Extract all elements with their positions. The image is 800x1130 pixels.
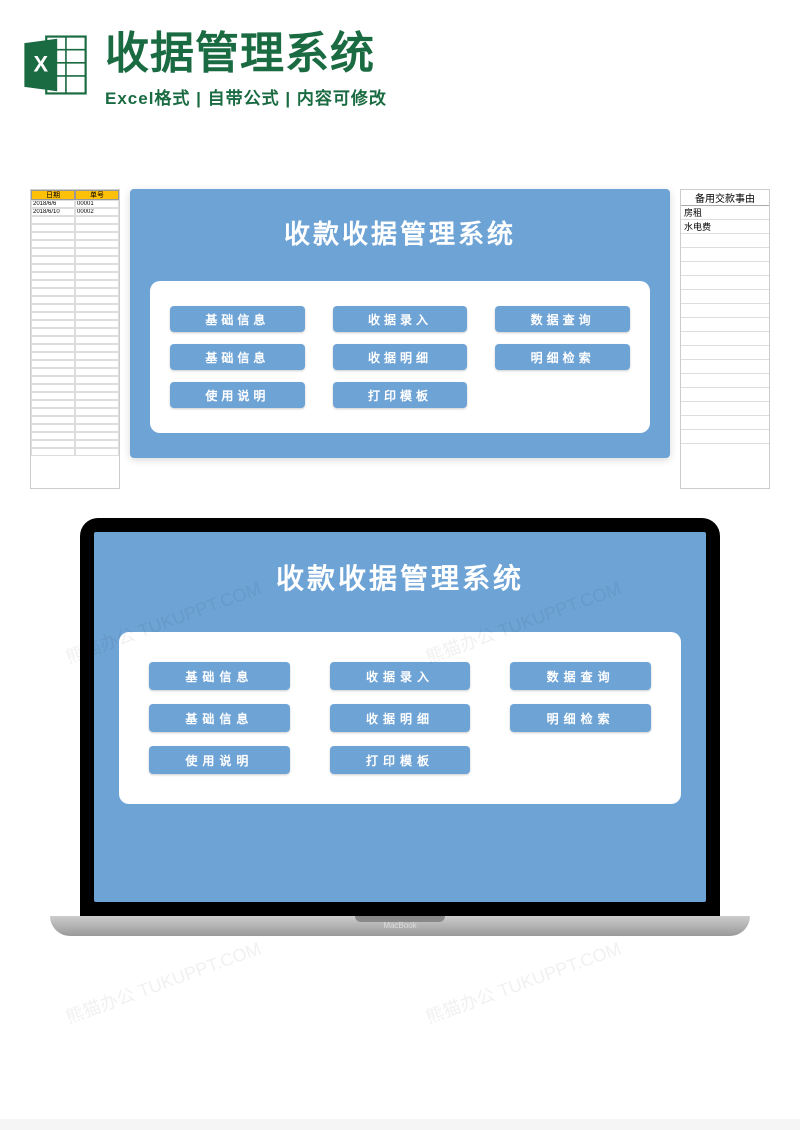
bg-sheet-right: 备用交款事由 房租 水电费 (680, 189, 770, 489)
btn-detail-search[interactable]: 明细检索 (495, 344, 630, 370)
promo-title: 收据管理系统 (105, 30, 780, 78)
laptop-btn-data-query[interactable]: 数据查询 (510, 662, 651, 690)
laptop-brand: MacBook (383, 921, 416, 930)
laptop-btn-receipt-detail[interactable]: 收据明细 (330, 704, 471, 732)
laptop-button-card: 基础信息 收据录入 数据查询 基础信息 收据明细 明细检索 使用说明 打印模板 (119, 632, 681, 804)
watermark: 熊猫办公 TUKUPPT.COM (62, 935, 264, 1030)
laptop-base: MacBook (50, 916, 750, 936)
watermark: 熊猫办公 TUKUPPT.COM (422, 935, 624, 1030)
excel-icon: X (20, 30, 90, 100)
bg-left-header-no: 单号 (75, 190, 119, 200)
laptop-btn-basic-info-2[interactable]: 基础信息 (149, 704, 290, 732)
promo-header: X 收据管理系统 Excel格式 | 自带公式 | 内容可修改 (0, 0, 800, 129)
btn-basic-info-2[interactable]: 基础信息 (170, 344, 305, 370)
laptop-dashboard: 收款收据管理系统 基础信息 收据录入 数据查询 基础信息 收据明细 明细检索 使… (94, 532, 706, 902)
laptop-screen: 收款收据管理系统 基础信息 收据录入 数据查询 基础信息 收据明细 明细检索 使… (80, 518, 720, 916)
bg-right-header: 备用交款事由 (681, 190, 769, 206)
preview-canvas: 日期 单号 2018/6/600001 2018/6/1000002 (0, 129, 800, 1119)
svg-text:X: X (33, 52, 48, 77)
bg-left-header-date: 日期 (31, 190, 75, 200)
btn-receipt-detail[interactable]: 收据明细 (333, 344, 468, 370)
btn-basic-info-1[interactable]: 基础信息 (170, 306, 305, 332)
laptop-btn-basic-info-1[interactable]: 基础信息 (149, 662, 290, 690)
laptop-mockup: 收款收据管理系统 基础信息 收据录入 数据查询 基础信息 收据明细 明细检索 使… (80, 518, 720, 936)
laptop-btn-print-template[interactable]: 打印模板 (330, 746, 471, 774)
laptop-btn-detail-search[interactable]: 明细检索 (510, 704, 651, 732)
dashboard-panel: 收款收据管理系统 基础信息 收据录入 数据查询 基础信息 收据明细 明细检索 使… (130, 189, 670, 458)
button-card: 基础信息 收据录入 数据查询 基础信息 收据明细 明细检索 使用说明 打印模板 (150, 281, 650, 433)
btn-print-template[interactable]: 打印模板 (333, 382, 468, 408)
promo-subtitle: Excel格式 | 自带公式 | 内容可修改 (105, 84, 780, 109)
btn-data-query[interactable]: 数据查询 (495, 306, 630, 332)
laptop-btn-receipt-entry[interactable]: 收据录入 (330, 662, 471, 690)
laptop-btn-instructions[interactable]: 使用说明 (149, 746, 290, 774)
btn-receipt-entry[interactable]: 收据录入 (333, 306, 468, 332)
btn-instructions[interactable]: 使用说明 (170, 382, 305, 408)
dashboard-title: 收款收据管理系统 (150, 214, 650, 251)
laptop-dashboard-title: 收款收据管理系统 (119, 557, 681, 597)
bg-sheet-left: 日期 单号 2018/6/600001 2018/6/1000002 (30, 189, 120, 489)
